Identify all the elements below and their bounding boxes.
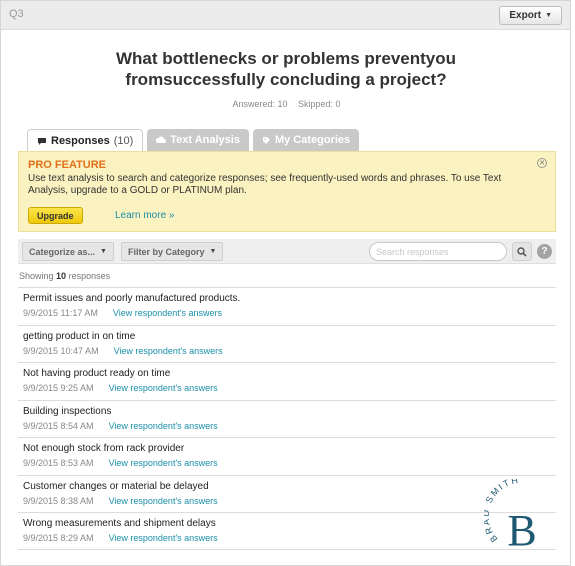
export-button[interactable]: Export ▼ xyxy=(499,6,562,25)
tab-bar: Responses (10) Text Analysis My Categori… xyxy=(27,129,360,152)
response-text: Not having product ready on time xyxy=(23,368,171,379)
help-icon[interactable]: ? xyxy=(537,244,552,259)
list-item: Customer changes or material be delayed … xyxy=(18,474,556,513)
categorize-dropdown[interactable]: Categorize as... ▼ xyxy=(22,242,114,261)
caret-down-icon: ▼ xyxy=(545,12,552,19)
close-icon[interactable]: ✕ xyxy=(537,158,547,168)
tab-responses-count: (10) xyxy=(113,135,134,147)
search-button[interactable] xyxy=(512,242,532,261)
filter-category-dropdown[interactable]: Filter by Category ▼ xyxy=(121,242,224,261)
search-icon xyxy=(517,246,527,257)
list-item: Building inspections 9/9/2015 8:54 AM Vie… xyxy=(18,399,556,438)
pro-feature-text: Use text analysis to search and categori… xyxy=(28,173,502,196)
view-answers-link[interactable]: View respondent's answers xyxy=(109,383,218,393)
response-date: 9/9/2015 9:25 AM xyxy=(23,383,94,393)
response-text: Wrong measurements and shipment delays xyxy=(23,518,216,529)
response-date: 9/9/2015 10:47 AM xyxy=(23,345,99,356)
answered-count: Answered: 10 xyxy=(232,99,288,109)
tag-icon xyxy=(262,136,270,144)
response-date: 9/9/2015 8:38 AM xyxy=(23,495,94,506)
learn-more-link[interactable]: Learn more » xyxy=(115,210,174,221)
showing-suffix: responses xyxy=(68,271,111,281)
view-answers-link[interactable]: View respondent's answers xyxy=(109,421,218,431)
view-answers-link[interactable]: View respondent's answers xyxy=(109,496,218,506)
view-answers-link[interactable]: View respondent's answers xyxy=(113,308,222,318)
list-item: Permit issues and poorly manufactured pr… xyxy=(18,287,556,325)
question-title: What bottlenecks or problems preventyou … xyxy=(115,49,457,89)
view-answers-link[interactable]: View respondent's answers xyxy=(109,458,218,468)
response-text: Building inspections xyxy=(23,405,112,417)
tab-responses[interactable]: Responses (10) xyxy=(27,129,144,152)
response-counts: Answered: 10 Skipped: 0 xyxy=(1,99,572,109)
search-input[interactable]: Search responses xyxy=(369,242,507,261)
tab-text-analysis[interactable]: Text Analysis xyxy=(147,129,249,151)
categorize-label: Categorize as... xyxy=(29,246,96,257)
response-text: Customer changes or material be delayed xyxy=(23,480,209,492)
svg-text:B: B xyxy=(507,506,536,555)
tab-responses-label: Responses xyxy=(51,135,110,147)
showing-number: 10 xyxy=(56,271,67,281)
response-text: getting product in on time xyxy=(23,330,136,342)
brad-smith-watermark-logo: BRAD SMITH B xyxy=(484,479,537,555)
skipped-count: Skipped: 0 xyxy=(298,99,341,109)
response-text: Not enough stock from rack provider xyxy=(23,443,185,454)
pro-feature-banner: PRO FEATURE Use text analysis to search … xyxy=(18,151,556,232)
question-number: Q3 xyxy=(9,8,24,20)
response-text: Permit issues and poorly manufactured pr… xyxy=(23,293,241,304)
tab-my-categories-label: My Categories xyxy=(274,134,351,146)
tab-text-analysis-label: Text Analysis xyxy=(170,134,240,146)
view-answers-link[interactable]: View respondent's answers xyxy=(114,346,223,356)
list-item: Wrong measurements and shipment delays 9… xyxy=(18,512,556,550)
filter-toolbar: Categorize as... ▼ Filter by Category ▼ … xyxy=(18,239,556,264)
showing-prefix: Showing xyxy=(19,271,54,281)
cloud-icon xyxy=(156,136,167,143)
response-date: 9/9/2015 8:29 AM xyxy=(23,533,94,543)
question-summary-card: Q3 Export ▼ What bottlenecks or problems… xyxy=(0,0,571,566)
response-date: 9/9/2015 8:54 AM xyxy=(23,420,94,431)
filter-category-label: Filter by Category xyxy=(128,246,205,257)
responses-list: Permit issues and poorly manufactured pr… xyxy=(18,287,556,550)
showing-count: Showing 10 responses xyxy=(19,271,110,281)
caret-down-icon: ▼ xyxy=(100,248,107,255)
list-item: Not enough stock from rack provider 9/9/… xyxy=(18,437,556,475)
list-item: getting product in on time 9/9/2015 10:4… xyxy=(18,324,556,363)
response-date: 9/9/2015 8:53 AM xyxy=(23,458,94,468)
response-date: 9/9/2015 11:17 AM xyxy=(23,308,98,318)
question-header-bar: Q3 Export ▼ xyxy=(1,1,570,30)
view-answers-link[interactable]: View respondent's answers xyxy=(109,533,218,543)
list-item: Not having product ready on time 9/9/201… xyxy=(18,362,556,400)
speech-bubble-icon xyxy=(38,137,46,145)
pro-feature-title: PRO FEATURE xyxy=(28,159,107,171)
upgrade-button[interactable]: Upgrade xyxy=(28,207,83,224)
tab-my-categories[interactable]: My Categories xyxy=(252,129,360,151)
export-label: Export xyxy=(509,10,542,21)
caret-down-icon: ▼ xyxy=(209,248,217,255)
